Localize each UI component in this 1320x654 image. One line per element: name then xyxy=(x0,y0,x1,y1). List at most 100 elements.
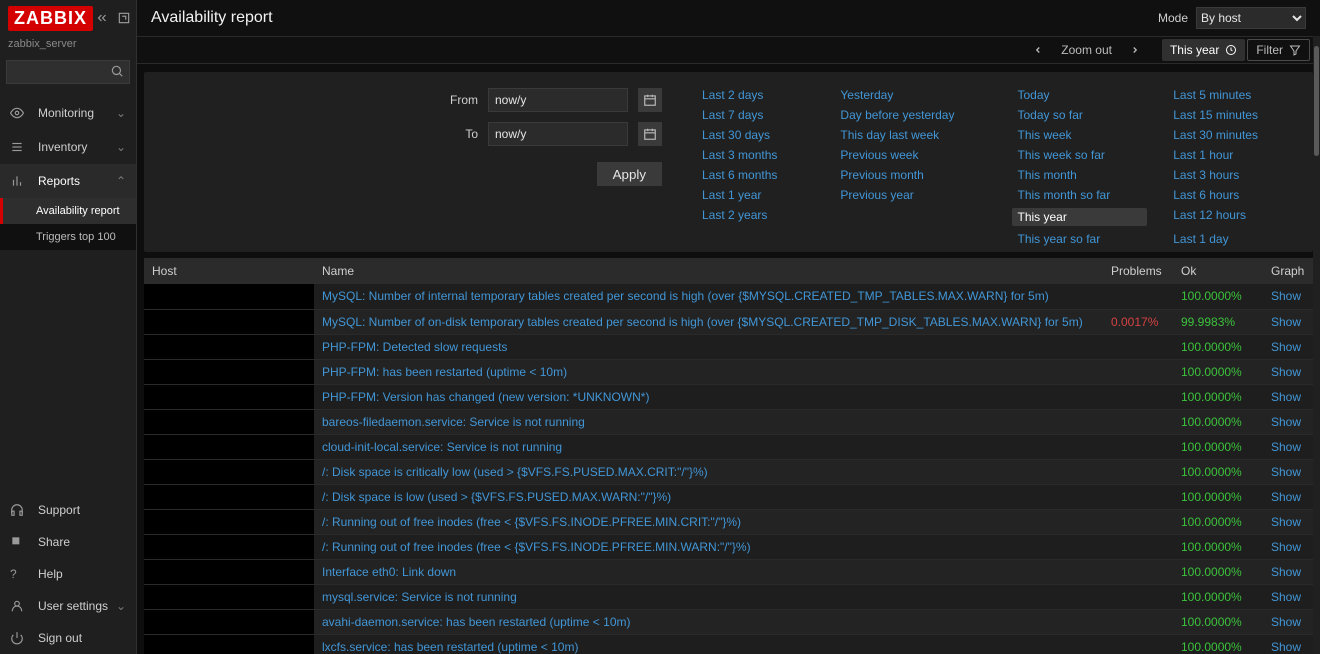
time-preset[interactable]: This year xyxy=(1012,208,1148,226)
sidebar-item-help[interactable]: ? Help xyxy=(0,558,136,590)
show-graph-link[interactable]: Show xyxy=(1271,465,1301,479)
sidebar-item-share[interactable]: Share xyxy=(0,526,136,558)
time-preset[interactable]: Last 1 hour xyxy=(1173,148,1295,162)
sidebar-item-reports[interactable]: Reports ⌃ xyxy=(0,164,136,198)
time-preset[interactable]: Day before yesterday xyxy=(840,108,991,122)
trigger-name-link[interactable]: avahi-daemon.service: has been restarted… xyxy=(322,615,631,629)
time-preset[interactable]: This week so far xyxy=(1018,148,1148,162)
search-icon[interactable] xyxy=(110,64,124,81)
time-next-button[interactable] xyxy=(1122,39,1148,61)
cell-host xyxy=(144,434,314,459)
time-preset[interactable]: This week xyxy=(1018,128,1148,142)
filter-tab[interactable]: Filter xyxy=(1247,39,1310,61)
cell-problems xyxy=(1103,484,1173,509)
time-preset[interactable]: Previous month xyxy=(840,168,991,182)
time-preset[interactable]: Last 2 years xyxy=(702,208,814,226)
time-preset[interactable]: Last 7 days xyxy=(702,108,814,122)
trigger-name-link[interactable]: cloud-init-local.service: Service is not… xyxy=(322,440,562,454)
submenu-triggers-top[interactable]: Triggers top 100 xyxy=(0,224,136,250)
submenu-availability-report[interactable]: Availability report xyxy=(0,198,136,224)
cell-ok: 99.9983% xyxy=(1173,309,1263,334)
time-preset[interactable]: Last 3 months xyxy=(702,148,814,162)
time-prev-button[interactable] xyxy=(1025,39,1051,61)
show-graph-link[interactable]: Show xyxy=(1271,640,1301,654)
time-preset[interactable]: Today xyxy=(1018,88,1148,102)
cell-host xyxy=(144,384,314,409)
show-graph-link[interactable]: Show xyxy=(1271,540,1301,554)
mode-select[interactable]: By host xyxy=(1196,7,1306,29)
show-graph-link[interactable]: Show xyxy=(1271,590,1301,604)
zoom-out-label: Zoom out xyxy=(1061,43,1112,57)
trigger-name-link[interactable]: mysql.service: Service is not running xyxy=(322,590,517,604)
to-input[interactable] xyxy=(488,122,628,146)
trigger-name-link[interactable]: /: Disk space is low (used > {$VFS.FS.PU… xyxy=(322,490,671,504)
time-preset[interactable]: Last 6 hours xyxy=(1173,188,1295,202)
trigger-name-link[interactable]: Interface eth0: Link down xyxy=(322,565,456,579)
apply-button[interactable]: Apply xyxy=(597,162,662,186)
time-preset[interactable]: Last 5 minutes xyxy=(1173,88,1295,102)
show-graph-link[interactable]: Show xyxy=(1271,515,1301,529)
time-preset[interactable]: Last 30 days xyxy=(702,128,814,142)
trigger-name-link[interactable]: lxcfs.service: has been restarted (uptim… xyxy=(322,640,578,654)
show-graph-link[interactable]: Show xyxy=(1271,565,1301,579)
sidebar-item-signout[interactable]: Sign out xyxy=(0,622,136,654)
time-preset[interactable]: Last 15 minutes xyxy=(1173,108,1295,122)
time-preset[interactable]: Last 6 months xyxy=(702,168,814,182)
trigger-name-link[interactable]: PHP-FPM: Detected slow requests xyxy=(322,340,507,354)
time-preset[interactable]: This day last week xyxy=(840,128,991,142)
trigger-name-link[interactable]: PHP-FPM: Version has changed (new versio… xyxy=(322,390,649,404)
sidebar-popout-icon[interactable] xyxy=(115,9,133,27)
show-graph-link[interactable]: Show xyxy=(1271,340,1301,354)
time-preset[interactable]: Last 2 days xyxy=(702,88,814,102)
col-graph[interactable]: Graph xyxy=(1263,258,1313,284)
brand-logo[interactable]: ZABBIX xyxy=(8,6,93,31)
sidebar-item-monitoring[interactable]: Monitoring ⌄ xyxy=(0,96,136,130)
show-graph-link[interactable]: Show xyxy=(1271,289,1301,303)
trigger-name-link[interactable]: /: Disk space is critically low (used > … xyxy=(322,465,708,479)
col-ok[interactable]: Ok xyxy=(1173,258,1263,284)
time-preset[interactable]: Last 30 minutes xyxy=(1173,128,1295,142)
time-preset[interactable]: Previous year xyxy=(840,188,991,202)
time-preset[interactable]: Yesterday xyxy=(840,88,991,102)
time-preset[interactable]: This month so far xyxy=(1018,188,1148,202)
sidebar-item-inventory[interactable]: Inventory ⌄ xyxy=(0,130,136,164)
time-preset[interactable]: This year so far xyxy=(1018,232,1148,246)
table-row: PHP-FPM: Detected slow requests100.0000%… xyxy=(144,334,1313,359)
trigger-name-link[interactable]: PHP-FPM: has been restarted (uptime < 10… xyxy=(322,365,567,379)
zoom-out-button[interactable]: Zoom out xyxy=(1053,39,1120,61)
from-input[interactable] xyxy=(488,88,628,112)
time-preset[interactable]: Last 3 hours xyxy=(1173,168,1295,182)
show-graph-link[interactable]: Show xyxy=(1271,390,1301,404)
time-preset[interactable]: Last 1 year xyxy=(702,188,814,202)
col-host[interactable]: Host xyxy=(144,258,314,284)
time-preset[interactable]: Today so far xyxy=(1018,108,1148,122)
trigger-name-link[interactable]: MySQL: Number of on-disk temporary table… xyxy=(322,315,1083,329)
scrollbar-thumb[interactable] xyxy=(1314,46,1319,156)
sidebar-item-user-settings[interactable]: User settings ⌄ xyxy=(0,590,136,622)
show-graph-link[interactable]: Show xyxy=(1271,365,1301,379)
trigger-name-link[interactable]: /: Running out of free inodes (free < {$… xyxy=(322,540,751,554)
page-scrollbar[interactable] xyxy=(1313,36,1320,654)
trigger-name-link[interactable]: bareos-filedaemon.service: Service is no… xyxy=(322,415,585,429)
to-calendar-button[interactable] xyxy=(638,122,662,146)
time-preset[interactable]: Last 12 hours xyxy=(1173,208,1295,226)
time-preset[interactable]: Last 1 day xyxy=(1173,232,1295,246)
time-preset[interactable]: This month xyxy=(1018,168,1148,182)
col-name[interactable]: Name xyxy=(314,258,1103,284)
trigger-name-link[interactable]: MySQL: Number of internal temporary tabl… xyxy=(322,289,1049,303)
from-calendar-button[interactable] xyxy=(638,88,662,112)
sidebar-item-label: User settings xyxy=(38,599,108,613)
sidebar-item-support[interactable]: Support xyxy=(0,494,136,526)
show-graph-link[interactable]: Show xyxy=(1271,315,1301,329)
trigger-name-link[interactable]: /: Running out of free inodes (free < {$… xyxy=(322,515,741,529)
col-problems[interactable]: Problems xyxy=(1103,258,1173,284)
cell-problems xyxy=(1103,634,1173,654)
sidebar-collapse-icon[interactable] xyxy=(93,9,111,27)
show-graph-link[interactable]: Show xyxy=(1271,615,1301,629)
show-graph-link[interactable]: Show xyxy=(1271,415,1301,429)
show-graph-link[interactable]: Show xyxy=(1271,440,1301,454)
time-preset[interactable]: Previous week xyxy=(840,148,991,162)
headphones-icon xyxy=(10,503,28,517)
time-range-tab[interactable]: This year xyxy=(1162,39,1245,61)
show-graph-link[interactable]: Show xyxy=(1271,490,1301,504)
